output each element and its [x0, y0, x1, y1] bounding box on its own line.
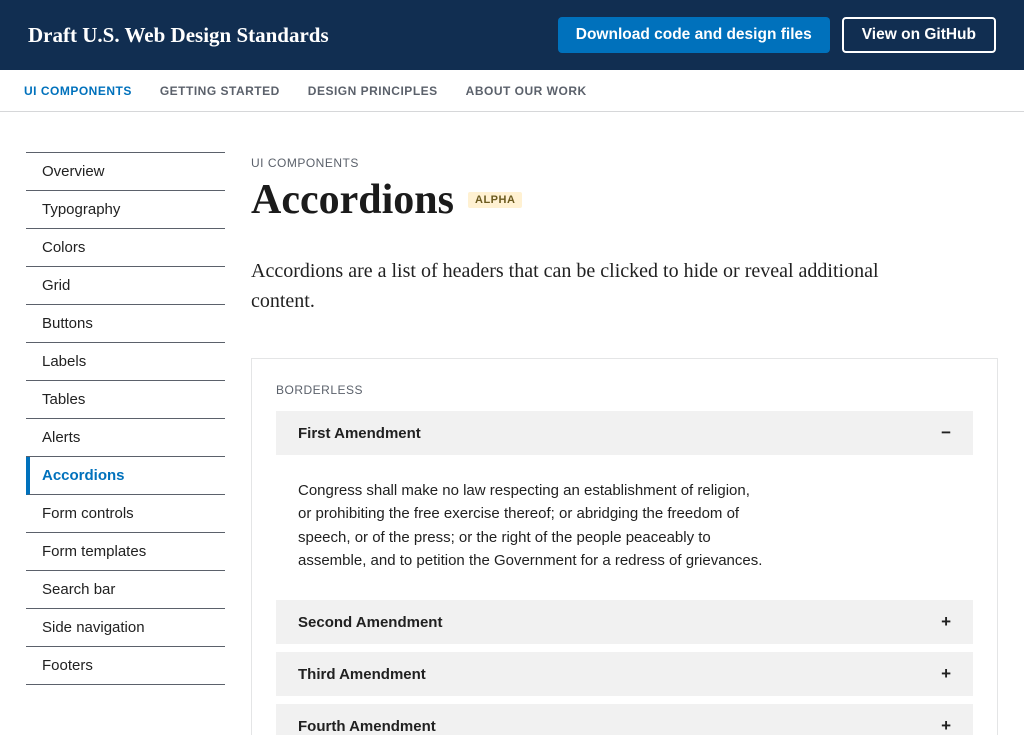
sidebar-item-colors[interactable]: Colors — [26, 229, 225, 267]
sidebar-item-form-templates[interactable]: Form templates — [26, 533, 225, 571]
sidebar-item-search-bar[interactable]: Search bar — [26, 571, 225, 609]
sidebar-list: Overview Typography Colors Grid Buttons … — [26, 152, 225, 685]
sidebar-item-typography[interactable]: Typography — [26, 191, 225, 229]
sidebar-item-tables[interactable]: Tables — [26, 381, 225, 419]
plus-icon: + — [941, 612, 951, 632]
sidebar-item-accordions[interactable]: Accordions — [26, 457, 225, 495]
accordion-title: Third Amendment — [298, 666, 426, 683]
eyebrow: UI COMPONENTS — [251, 156, 998, 170]
github-button[interactable]: View on GitHub — [842, 17, 996, 53]
tab-about-our-work[interactable]: ABOUT OUR WORK — [466, 84, 587, 98]
sidebar-item-form-controls[interactable]: Form controls — [26, 495, 225, 533]
accordion-header-second[interactable]: Second Amendment + — [276, 600, 973, 644]
minus-icon: − — [941, 423, 951, 443]
sidebar-item-labels[interactable]: Labels — [26, 343, 225, 381]
sidebar-item-footers[interactable]: Footers — [26, 647, 225, 685]
page-title: Accordions — [251, 176, 454, 224]
sidebar-item-side-navigation[interactable]: Side navigation — [26, 609, 225, 647]
example-label: BORDERLESS — [276, 383, 973, 397]
accordion-header-third[interactable]: Third Amendment + — [276, 652, 973, 696]
accordion-content-first: Congress shall make no law respecting an… — [276, 463, 786, 600]
sidebar-item-overview[interactable]: Overview — [26, 152, 225, 191]
site-header: Draft U.S. Web Design Standards Download… — [0, 0, 1024, 70]
accordion-title: First Amendment — [298, 425, 421, 442]
download-button[interactable]: Download code and design files — [558, 17, 830, 53]
example-box: BORDERLESS First Amendment − Congress sh… — [251, 358, 998, 735]
sidebar-item-alerts[interactable]: Alerts — [26, 419, 225, 457]
sidebar-item-buttons[interactable]: Buttons — [26, 305, 225, 343]
accordion-title: Fourth Amendment — [298, 718, 436, 735]
accordion-title: Second Amendment — [298, 614, 442, 631]
accordion: First Amendment − Congress shall make no… — [276, 411, 973, 735]
site-title[interactable]: Draft U.S. Web Design Standards — [28, 23, 329, 48]
sidebar: Overview Typography Colors Grid Buttons … — [0, 112, 225, 735]
accordion-header-first[interactable]: First Amendment − — [276, 411, 973, 455]
plus-icon: + — [941, 716, 951, 735]
tab-ui-components[interactable]: UI COMPONENTS — [24, 84, 132, 98]
tab-getting-started[interactable]: GETTING STARTED — [160, 84, 280, 98]
status-badge: ALPHA — [468, 192, 522, 208]
top-nav-tabs: UI COMPONENTS GETTING STARTED DESIGN PRI… — [0, 70, 1024, 112]
header-buttons: Download code and design files View on G… — [558, 17, 996, 53]
accordion-header-fourth[interactable]: Fourth Amendment + — [276, 704, 973, 735]
sidebar-item-grid[interactable]: Grid — [26, 267, 225, 305]
intro-text: Accordions are a list of headers that ca… — [251, 256, 891, 316]
tab-design-principles[interactable]: DESIGN PRINCIPLES — [308, 84, 438, 98]
plus-icon: + — [941, 664, 951, 684]
main-content: UI COMPONENTS Accordions ALPHA Accordion… — [225, 112, 1024, 735]
page-title-row: Accordions ALPHA — [251, 176, 998, 224]
